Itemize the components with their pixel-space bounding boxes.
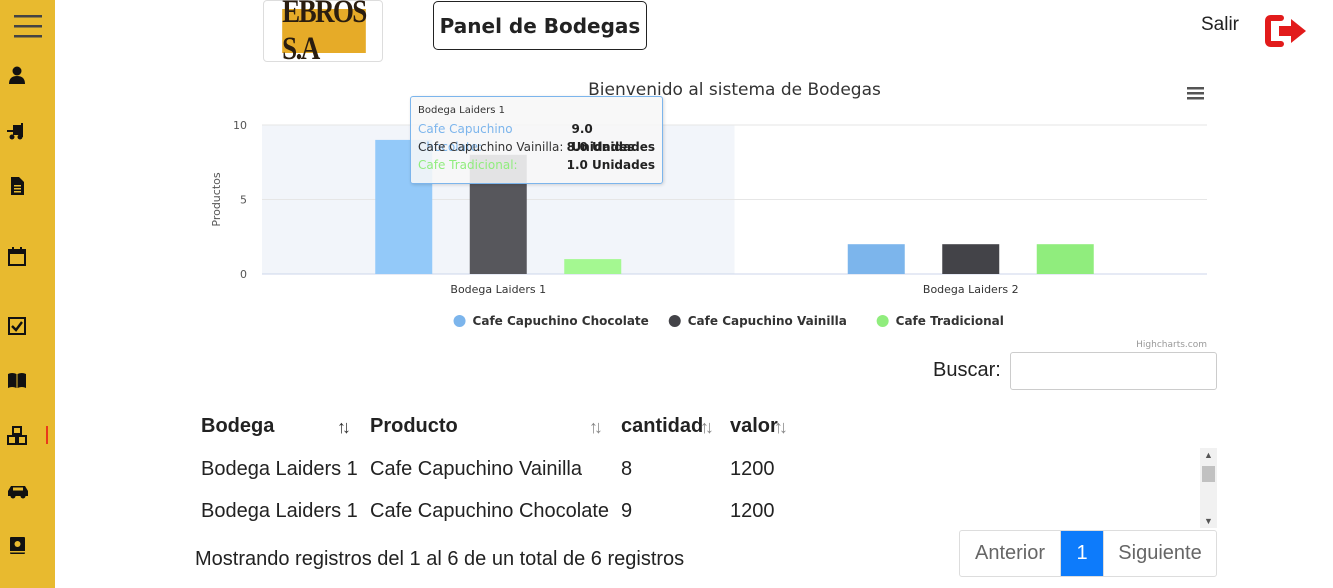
cell-cantidad: 9	[621, 500, 633, 522]
boxes-icon[interactable]	[7, 426, 27, 446]
cell-producto: Cafe Capuchino Vainilla	[370, 458, 582, 480]
table-scrollbar[interactable]: ▲ ▼	[1200, 448, 1217, 528]
scroll-down-arrow-icon[interactable]: ▼	[1200, 514, 1217, 528]
tooltip-row-value: 8.0 Unidades	[566, 140, 655, 154]
menu-bar	[1187, 87, 1204, 90]
bar	[847, 244, 905, 274]
legend-marker	[453, 315, 466, 327]
car-icon[interactable]	[7, 481, 29, 501]
cell-valor: 1200	[730, 458, 775, 480]
tooltip-row-label: Cafe Tradicional:	[418, 158, 518, 172]
table-info: Mostrando registros del 1 al 6 de un tot…	[195, 548, 685, 570]
next-page-button[interactable]: Siguiente	[1103, 531, 1216, 576]
legend-item: Cafe Capuchino Vainilla	[688, 314, 847, 328]
user-icon[interactable]	[7, 65, 27, 85]
logout-link[interactable]: Salir	[1201, 14, 1239, 36]
y-axis-label: Productos	[210, 172, 223, 226]
menu-bar	[1187, 92, 1204, 95]
calendar-icon[interactable]	[7, 246, 27, 266]
tooltip-header: Bodega Laiders 1	[418, 105, 505, 116]
hamburger-menu-icon	[1187, 87, 1204, 100]
bar	[942, 244, 1000, 274]
tooltip-row-value: 1.0 Unidades	[566, 158, 655, 172]
chart-svg: Bienvenido al sistema de Bodegas0510Prod…	[210, 80, 1207, 350]
x-tick-label: Bodega Laiders 1	[450, 283, 546, 296]
book-open-icon[interactable]	[7, 370, 27, 390]
active-item-marker	[46, 426, 48, 444]
tooltip-row-label: Cafe Capuchino Chocolate:	[418, 122, 513, 154]
cell-producto: Cafe Capuchino Chocolate	[370, 500, 610, 522]
bar-chart: Bienvenido al sistema de Bodegas 0 5 10 Prod…	[190, 70, 1220, 355]
page-1-button[interactable]: 1	[1061, 531, 1103, 576]
legend-item: Cafe Capuchino Chocolate	[473, 314, 649, 328]
tooltip-row: Cafe Tradicional: 1.0 Unidades	[418, 156, 655, 174]
cell-cantidad: 8	[621, 458, 633, 480]
chart-tooltip: Bodega Laiders 1 Cafe Capuchino Chocolat…	[410, 96, 663, 184]
bar	[1036, 244, 1094, 274]
bar	[564, 259, 622, 274]
legend-marker	[876, 315, 889, 327]
column-header-cantidad[interactable]: cantidad	[621, 415, 703, 438]
search-input[interactable]	[1010, 352, 1217, 390]
y-tick-label: 0	[240, 268, 247, 281]
tooltip-row-label: Cafe Capuchino Vainilla:	[418, 140, 564, 154]
sort-icon[interactable]: ↑↓	[700, 417, 714, 438]
legend-item: Cafe Tradicional	[896, 314, 1004, 328]
sort-icon[interactable]: ↑↓	[774, 417, 788, 438]
search-label: Buscar:	[933, 359, 1001, 381]
tooltip-row: Cafe Capuchino Chocolate: 9.0 Unidades	[418, 120, 655, 154]
checkbox-icon[interactable]	[7, 316, 27, 336]
cell-bodega: Bodega Laiders 1	[201, 458, 358, 480]
cell-bodega: Bodega Laiders 1	[201, 500, 358, 522]
menu-icon[interactable]	[14, 12, 42, 40]
scroll-up-arrow-icon[interactable]: ▲	[1200, 448, 1217, 462]
column-header-bodega[interactable]: Bodega	[201, 415, 274, 438]
forklift-icon[interactable]	[7, 121, 27, 141]
sort-asc-icon[interactable]: ↑↓	[337, 417, 351, 438]
scrollbar-thumb[interactable]	[1202, 466, 1215, 482]
sort-icon[interactable]: ↑↓	[589, 417, 603, 438]
previous-page-button[interactable]: Anterior	[960, 531, 1061, 576]
chart-credits: Highcharts.com	[1136, 340, 1207, 350]
logo-text: EBROS S.A	[282, 0, 367, 67]
column-header-producto[interactable]: Producto	[370, 415, 458, 438]
tooltip-row: Cafe Capuchino Vainilla: 8.0 Unidades	[418, 138, 655, 156]
company-logo: EBROS S.A	[263, 0, 383, 67]
pagination: Anterior 1 Siguiente	[959, 530, 1217, 577]
column-header-valor[interactable]: valor	[730, 415, 778, 438]
document-icon[interactable]	[7, 176, 27, 196]
page-title: Panel de Bodegas	[433, 1, 647, 50]
x-tick-label: Bodega Laiders 2	[923, 283, 1019, 296]
sidebar	[0, 0, 55, 588]
menu-bar	[1187, 97, 1204, 100]
y-tick-label: 5	[240, 194, 247, 207]
tooltip-row-value: 9.0 Unidades	[571, 122, 635, 154]
legend-marker	[668, 315, 681, 327]
book-icon[interactable]	[7, 536, 27, 556]
cell-valor: 1200	[730, 500, 775, 522]
sign-out-icon[interactable]	[1264, 12, 1310, 50]
y-tick-label: 10	[233, 119, 247, 132]
